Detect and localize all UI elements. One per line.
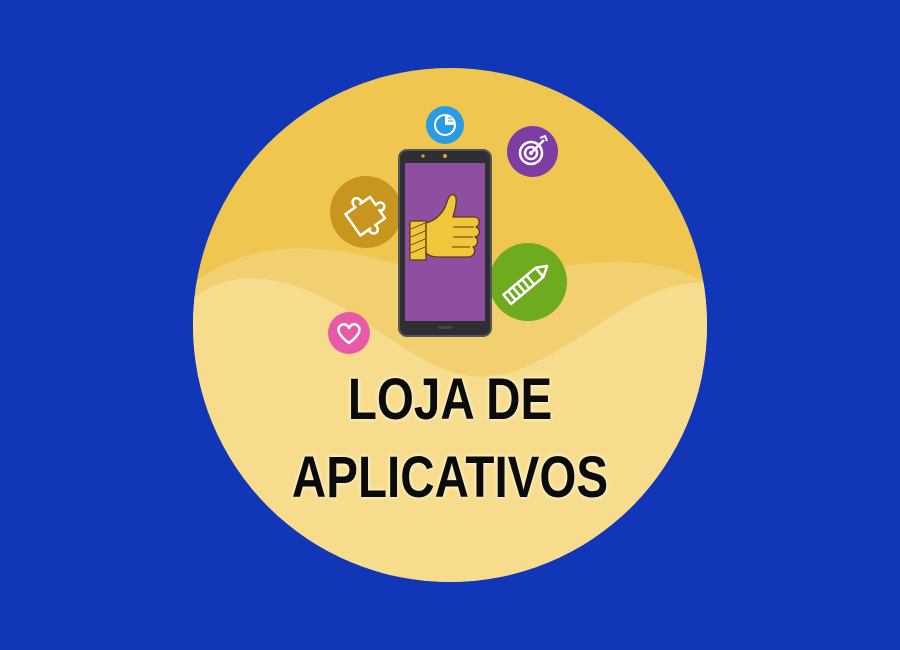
yellow-badge-circle: LOJA DE APLICATIVOS	[193, 68, 707, 582]
heart-icon	[328, 312, 370, 354]
pie-chart-icon	[426, 106, 464, 144]
app-store-illustration: LOJA DE APLICATIVOS	[0, 0, 900, 650]
target-icon	[507, 126, 558, 177]
smartphone-icon	[398, 149, 492, 337]
puzzle-icon	[330, 176, 402, 248]
pencil-icon	[489, 243, 567, 321]
title-line-1: LOJA DE	[347, 367, 553, 432]
title-line-2: APLICATIVOS	[291, 445, 609, 510]
